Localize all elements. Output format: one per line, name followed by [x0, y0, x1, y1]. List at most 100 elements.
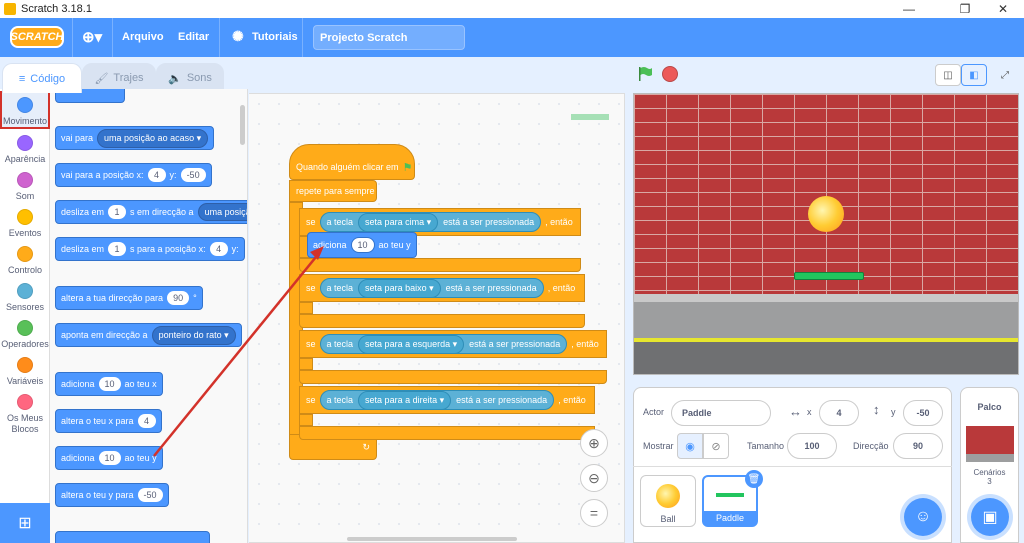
palette-block-change-y[interactable]: adiciona 10 ao teu y — [55, 446, 163, 470]
add-backdrop-button[interactable]: ▣ — [971, 498, 1009, 536]
category-sensing[interactable]: Sensores — [0, 283, 50, 312]
key-dropdown[interactable]: seta para baixo ▾ — [358, 278, 441, 298]
backdrops-count: 3 — [987, 477, 992, 486]
palette-block-point-direction[interactable]: altera a tua direcção para 90 ° — [55, 286, 203, 310]
block-text: s em direcção a — [130, 207, 194, 217]
if-block-right[interactable]: se a tecla seta para a direita ▾ está a … — [299, 386, 595, 414]
fullscreen-icon[interactable]: ⤢ — [992, 64, 1018, 86]
green-flag-button[interactable] — [637, 66, 653, 82]
zoom-reset-button[interactable]: = — [580, 499, 608, 527]
brush-icon: 🖌 — [94, 72, 109, 85]
category-variables[interactable]: Variáveis — [0, 357, 50, 386]
stage-canvas[interactable] — [633, 93, 1019, 375]
category-looks[interactable]: Aparência — [0, 135, 50, 164]
normal-stage-button[interactable]: ◧ — [961, 64, 987, 86]
goto-target-dropdown[interactable]: uma posição ao acaso ▾ — [97, 128, 209, 148]
category-my-blocks[interactable]: Os Meus Blocos — [0, 394, 50, 435]
delete-sprite-icon[interactable]: 🗑 — [745, 470, 763, 488]
category-label: Movimento — [2, 116, 47, 126]
key-dropdown[interactable]: seta para a esquerda ▾ — [358, 334, 465, 354]
minimize-icon[interactable]: — — [886, 0, 932, 18]
add-sprite-button[interactable]: ☺ — [904, 498, 942, 536]
menu-edit[interactable]: Editar — [178, 31, 209, 43]
menu-tutorials[interactable]: Tutoriais — [252, 31, 298, 43]
lightbulb-icon: ✺ — [232, 28, 244, 44]
sprite-name-input[interactable]: Paddle — [671, 400, 771, 426]
category-events[interactable]: Eventos — [0, 209, 50, 238]
x-input[interactable]: 4 — [209, 242, 228, 256]
point-towards-dropdown[interactable]: ponteiro do rato ▾ — [151, 325, 236, 345]
direction-input[interactable]: 90 — [167, 291, 190, 305]
block-text: y: — [169, 170, 177, 180]
change-x-input[interactable]: 10 — [98, 377, 121, 391]
zoom-in-button[interactable]: ⊕ — [580, 429, 608, 457]
palette-scrollbar[interactable] — [240, 105, 245, 145]
palette-block-point-towards[interactable]: aponta em direcção a ponteiro do rato ▾ — [55, 323, 242, 347]
sprite-thumb-ball[interactable]: Ball — [640, 475, 696, 527]
eye-off-icon[interactable]: ⊘ — [703, 433, 729, 459]
set-y-input[interactable]: -50 — [137, 488, 163, 502]
block-text: repete para sempre — [296, 186, 375, 196]
sprite-direction-input[interactable]: 90 — [893, 433, 943, 459]
key-pressed-sensor[interactable]: a tecla seta para cima ▾ está a ser pres… — [319, 212, 542, 232]
category-label: Variáveis — [6, 376, 44, 386]
x-input[interactable]: 4 — [147, 168, 166, 182]
sprite-y-input[interactable]: -50 — [903, 400, 943, 426]
stage-title: Palco — [977, 402, 1002, 412]
if-block-down[interactable]: se a tecla seta para baixo ▾ está a ser … — [299, 274, 585, 302]
palette-block-partial[interactable] — [55, 531, 210, 543]
category-control[interactable]: Controlo — [0, 246, 50, 275]
y-input[interactable]: -50 — [180, 168, 206, 182]
palette-block-glide[interactable]: desliza em 1 s em direcção a uma posiçã — [55, 200, 247, 224]
sprite-size-input[interactable]: 100 — [787, 433, 837, 459]
menu-file[interactable]: Arquivo — [122, 31, 164, 43]
palette-block-glide-xy[interactable]: desliza em 1 s para a posição x: 4 y: — [55, 237, 245, 261]
when-flag-clicked-block[interactable]: Quando alguém clicar em ⚑ — [289, 144, 415, 180]
secs-input[interactable]: 1 — [108, 242, 127, 256]
sprite-x-input[interactable]: 4 — [819, 400, 859, 426]
script-workspace[interactable]: Quando alguém clicar em ⚑ repete para se… — [249, 93, 625, 543]
category-sound[interactable]: Som — [0, 172, 50, 201]
road-surface — [634, 342, 1018, 374]
ball-sprite[interactable] — [808, 196, 844, 232]
key-pressed-sensor[interactable]: a tecla seta para a direita ▾ está a ser… — [319, 390, 555, 410]
stop-button[interactable] — [662, 66, 678, 82]
close-icon[interactable]: ✕ — [980, 0, 1024, 18]
palette-block-change-x[interactable]: adiciona 10 ao teu x — [55, 372, 163, 396]
direction-label: Direcção — [853, 441, 889, 451]
tab-code[interactable]: ≡ Código — [2, 63, 82, 93]
glide-target-dropdown[interactable]: uma posiçã — [197, 203, 247, 221]
eye-icon[interactable]: ◉ — [677, 433, 703, 459]
category-operators[interactable]: Operadores — [0, 320, 50, 349]
key-pressed-sensor[interactable]: a tecla seta para a esquerda ▾ está a se… — [319, 334, 568, 354]
palette-block-set-y[interactable]: altera o teu y para -50 — [55, 483, 169, 507]
change-y-block[interactable]: adiciona 10 ao teu y — [307, 232, 417, 258]
secs-input[interactable]: 1 — [108, 205, 127, 219]
forever-block[interactable]: repete para sempre — [289, 180, 377, 202]
backdrops-label: Cenários — [973, 468, 1006, 477]
paddle-sprite[interactable] — [794, 272, 864, 280]
set-x-input[interactable]: 4 — [137, 414, 156, 428]
menu-bar: SCRATCH ⊕▾ Arquivo Editar ✺ Tutoriais Pr… — [0, 18, 1024, 57]
change-y-input[interactable]: 10 — [350, 237, 375, 253]
if-block-left[interactable]: se a tecla seta para a esquerda ▾ está a… — [299, 330, 607, 358]
small-stage-button[interactable]: ◫ — [935, 64, 961, 86]
zoom-out-button[interactable]: ⊖ — [580, 464, 608, 492]
palette-block-goto[interactable]: vai para uma posição ao acaso ▾ — [55, 126, 215, 150]
scratch-logo[interactable]: SCRATCH — [10, 26, 64, 48]
palette-block-set-x[interactable]: altera o teu x para 4 — [55, 409, 162, 433]
block-text: vai para a posição x: — [61, 170, 144, 180]
block-text: desliza em — [61, 207, 105, 217]
key-pressed-sensor[interactable]: a tecla seta para baixo ▾ está a ser pre… — [319, 278, 544, 298]
change-y-input[interactable]: 10 — [98, 451, 121, 465]
category-motion[interactable]: Movimento — [0, 91, 50, 129]
dropdown-value: uma posição ao acaso — [104, 132, 195, 143]
key-dropdown[interactable]: seta para cima ▾ — [358, 212, 439, 232]
workspace-hscrollbar[interactable] — [347, 537, 517, 541]
category-dot — [17, 135, 33, 151]
add-extension-button[interactable]: ⊞ — [0, 503, 50, 543]
project-title-input[interactable]: Projecto Scratch — [313, 25, 465, 50]
palette-block-goto-xy[interactable]: vai para a posição x: 4 y: -50 — [55, 163, 212, 187]
key-dropdown[interactable]: seta para a direita ▾ — [358, 390, 452, 410]
globe-icon[interactable]: ⊕▾ — [82, 28, 102, 46]
